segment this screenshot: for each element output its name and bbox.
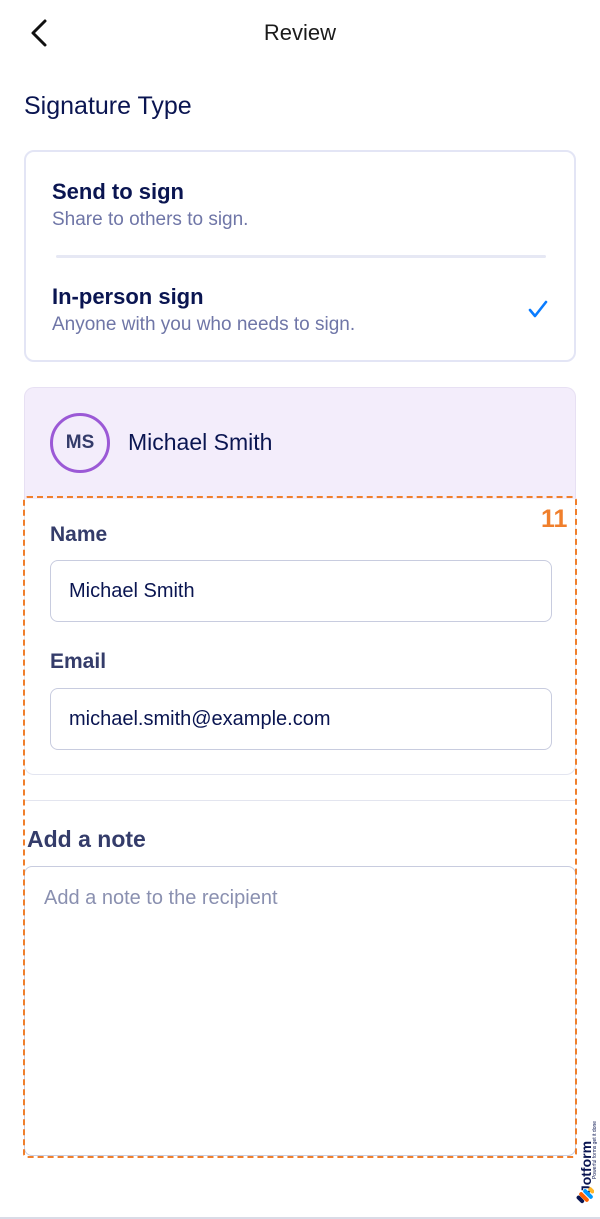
option-title: Send to sign	[52, 179, 184, 204]
signer-header[interactable]: MS Michael Smith	[24, 387, 576, 499]
email-field[interactable]: michael.smith@example.com	[50, 688, 552, 750]
option-title: In-person sign	[52, 284, 204, 309]
option-in-person-sign[interactable]: In-person sign Anyone with you who needs…	[52, 284, 552, 336]
note-textarea[interactable]: Add a note to the recipient	[24, 866, 576, 1156]
signer-name: Michael Smith	[128, 429, 273, 455]
avatar: MS	[50, 413, 110, 473]
email-label: Email	[50, 650, 107, 673]
signature-type-card: Send to sign Share to others to sign. In…	[24, 150, 576, 362]
name-field[interactable]: Michael Smith	[50, 560, 552, 622]
divider	[56, 255, 546, 258]
signer-fields-card: Name Michael Smith Email michael.smith@e…	[24, 499, 576, 775]
note-label: Add a note	[27, 826, 146, 852]
signature-type-title: Signature Type	[24, 92, 192, 120]
option-description: Share to others to sign.	[52, 209, 249, 230]
jotform-logo-icon	[576, 1187, 594, 1204]
name-label: Name	[50, 523, 108, 546]
option-send-to-sign[interactable]: Send to sign Share to others to sign.	[52, 179, 552, 231]
checkmark-icon	[528, 300, 548, 318]
brand-tagline: Powerful forms get it done	[592, 1120, 598, 1180]
annotation-number: 11	[541, 505, 568, 533]
top-bar: Review	[0, 0, 600, 70]
page-title: Review	[263, 20, 337, 45]
divider	[24, 800, 576, 801]
option-description: Anyone with you who needs to sign.	[52, 314, 356, 335]
